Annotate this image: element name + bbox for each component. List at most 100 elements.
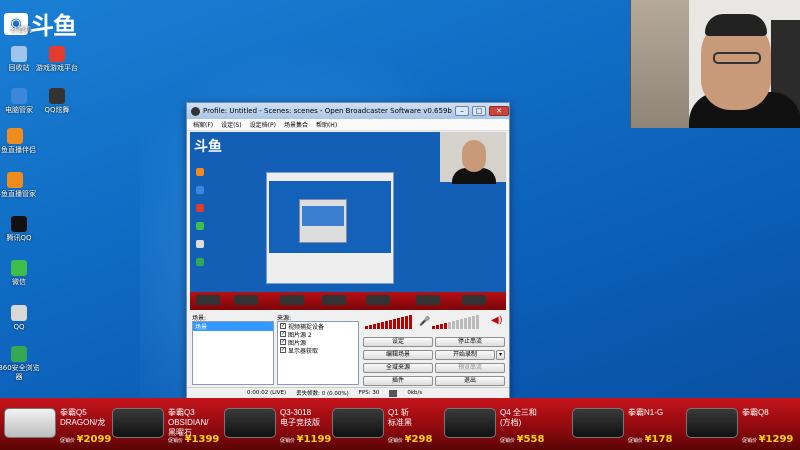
price-prefix: 促销价 [280,438,297,444]
desktop-icon[interactable]: 斗鱼直播管家 [0,172,38,199]
preview-stream-button[interactable]: 预览串流 [435,363,505,373]
product-price: 促销价 ¥1299 [742,434,793,445]
checkbox[interactable]: ✓ [280,339,286,345]
dropped-frames: 丢失帧数: 0 (0.00%) [296,391,349,397]
desktop-icon[interactable]: 腾讯QQ [0,216,42,243]
preview-brand: 斗鱼 [194,139,222,155]
product-banner: 拳霸Q5 DRAGON/龙促销价 ¥2099 拳霸Q3 OBSIDIAN/ 黑曜石… [0,398,800,450]
desktop-icon[interactable]: 斗鱼直播伴侣 [0,128,38,155]
desktop-icon[interactable]: 360安全浏览器 [0,346,42,382]
desktop-icon[interactable]: 游戏游戏平台 [34,46,80,73]
desktop-icon[interactable]: 计算机 [0,8,44,35]
product-price: 促销价 ¥1399 [168,434,219,445]
checkbox[interactable]: ✓ [280,331,286,337]
preview-banner [190,292,506,310]
price-value: ¥298 [404,434,433,445]
product-name: 拳霸Q5 DRAGON/龙 [60,408,106,427]
desktop-icon[interactable]: QQ炫舞 [34,88,80,115]
menu-scene-collection[interactable]: 场景集合 [284,120,308,129]
start-record-button[interactable]: 开始录制 [435,350,495,360]
product-name: Q1 斩 标准黑 [388,408,412,427]
glasses [713,52,761,64]
product-ad[interactable]: Q3-3018 电子竞技版促销价 ¥1199 [222,398,332,450]
preview-nested-obs [266,172,394,284]
product-name: Q4 全三和 (方档) [500,408,537,427]
product-ad[interactable]: 拳霸N1-G 促销价 ¥178 [570,398,680,450]
menu-profile[interactable]: 设定档(P) [250,120,276,129]
obs-preview: 斗鱼 [190,132,506,310]
scenes-list[interactable]: 场景 [192,321,274,385]
product-price: 促销价 ¥2099 [60,434,111,445]
arcade-stick-image [444,408,496,438]
desktop-icon-label: 腾讯QQ [6,234,32,242]
checkbox[interactable]: ✓ [280,347,286,353]
product-price: 促销价 ¥558 [500,434,544,445]
menu-help[interactable]: 帮助(H) [316,120,337,129]
product-ad[interactable]: 拳霸Q3 OBSIDIAN/ 黑曜石 促销价 ¥1399 [110,398,220,450]
mic-volume-meter[interactable] [432,315,479,329]
desktop-icon-label: 游戏游戏平台 [36,64,78,72]
source-item[interactable]: ✓ 显示器获取 [278,346,358,355]
product-ad[interactable]: Q1 斩 标准黑促销价 ¥298 [330,398,440,450]
obs-window-title: Profile: Untitled - Scenes: scenes - Ope… [203,107,452,115]
desktop-icon[interactable]: 微信 [0,260,42,287]
price-prefix: 促销价 [628,438,645,444]
sources-list[interactable]: ✓ 视频捕捉设备 ✓ 图片源 2 ✓ 图片源 ✓ 显示器获取 [277,321,359,385]
app-icon [49,46,65,62]
edit-scene-button[interactable]: 编辑场景 [363,350,433,360]
arcade-stick-image [572,408,624,438]
price-value: ¥2099 [76,434,112,445]
global-sources-button[interactable]: 全域来源 [363,363,433,373]
desktop-icon-label: 计算机 [10,26,32,34]
price-prefix: 促销价 [742,438,759,444]
bitrate-readout: 0kb/s [407,390,423,396]
price-value: ¥1199 [296,434,332,445]
price-prefix: 促销价 [60,438,77,444]
app-icon [11,216,27,232]
app-icon [11,46,27,62]
fps-readout: FPS: 30 [358,390,380,396]
arcade-stick-image [332,408,384,438]
desktop-volume-meter[interactable] [365,315,412,329]
desktop-icon-label: 360安全浏览器 [0,364,40,381]
mic-icon[interactable]: 🎤 [419,317,430,327]
arcade-stick-image [224,408,276,438]
stream-time: 0:00:02 (LIVE) [247,390,287,396]
desktop-icon[interactable]: QQ [0,305,42,332]
preview-webcam [440,132,506,184]
price-prefix: 促销价 [500,438,517,444]
obs-statusbar: 0:00:02 (LIVE) 丢失帧数: 0 (0.00%) FPS: 30 0… [187,387,509,398]
minimize-button[interactable]: – [455,106,469,116]
app-icon [11,346,27,362]
obs-app-icon [191,106,200,116]
checkbox[interactable]: ✓ [280,323,286,329]
settings-button[interactable]: 设定 [363,337,433,347]
webcam-overlay [630,0,800,128]
obs-window[interactable]: Profile: Untitled - Scenes: scenes - Ope… [186,102,510,398]
scene-item[interactable]: 场景 [193,322,273,331]
close-button[interactable]: ✕ [489,106,509,116]
product-name: 拳霸Q8 [742,408,769,417]
arcade-stick-image [4,408,56,438]
product-ad[interactable]: 拳霸Q8 促销价 ¥1299 [684,398,794,450]
app-icon [7,172,23,188]
desktop-icon-label: 斗鱼直播伴侣 [0,146,36,154]
product-name: Q3-3018 电子竞技版 [280,408,320,427]
app-icon [11,88,27,104]
menu-file[interactable]: 档案(F) [193,120,213,129]
product-price: 促销价 ¥298 [388,434,432,445]
product-name: 拳霸N1-G [628,408,664,417]
stop-stream-button[interactable]: 停止串流 [435,337,505,347]
maximize-button[interactable]: □ [472,106,486,116]
arcade-stick-image [686,408,738,438]
product-ad[interactable]: Q4 全三和 (方档) 促销价 ¥558 [442,398,552,450]
app-icon [11,305,27,321]
obs-titlebar[interactable]: Profile: Untitled - Scenes: scenes - Ope… [187,103,509,119]
speaker-icon[interactable]: ◀) [491,315,503,326]
menu-settings[interactable]: 设定(S) [221,120,242,129]
record-dropdown-button[interactable]: ▾ [496,350,505,360]
exit-button[interactable]: 退出 [435,376,505,386]
desktop-icon-label: QQ炫舞 [44,106,70,114]
plugins-button[interactable]: 插件 [363,376,433,386]
product-ad[interactable]: 拳霸Q5 DRAGON/龙促销价 ¥2099 [2,398,112,450]
